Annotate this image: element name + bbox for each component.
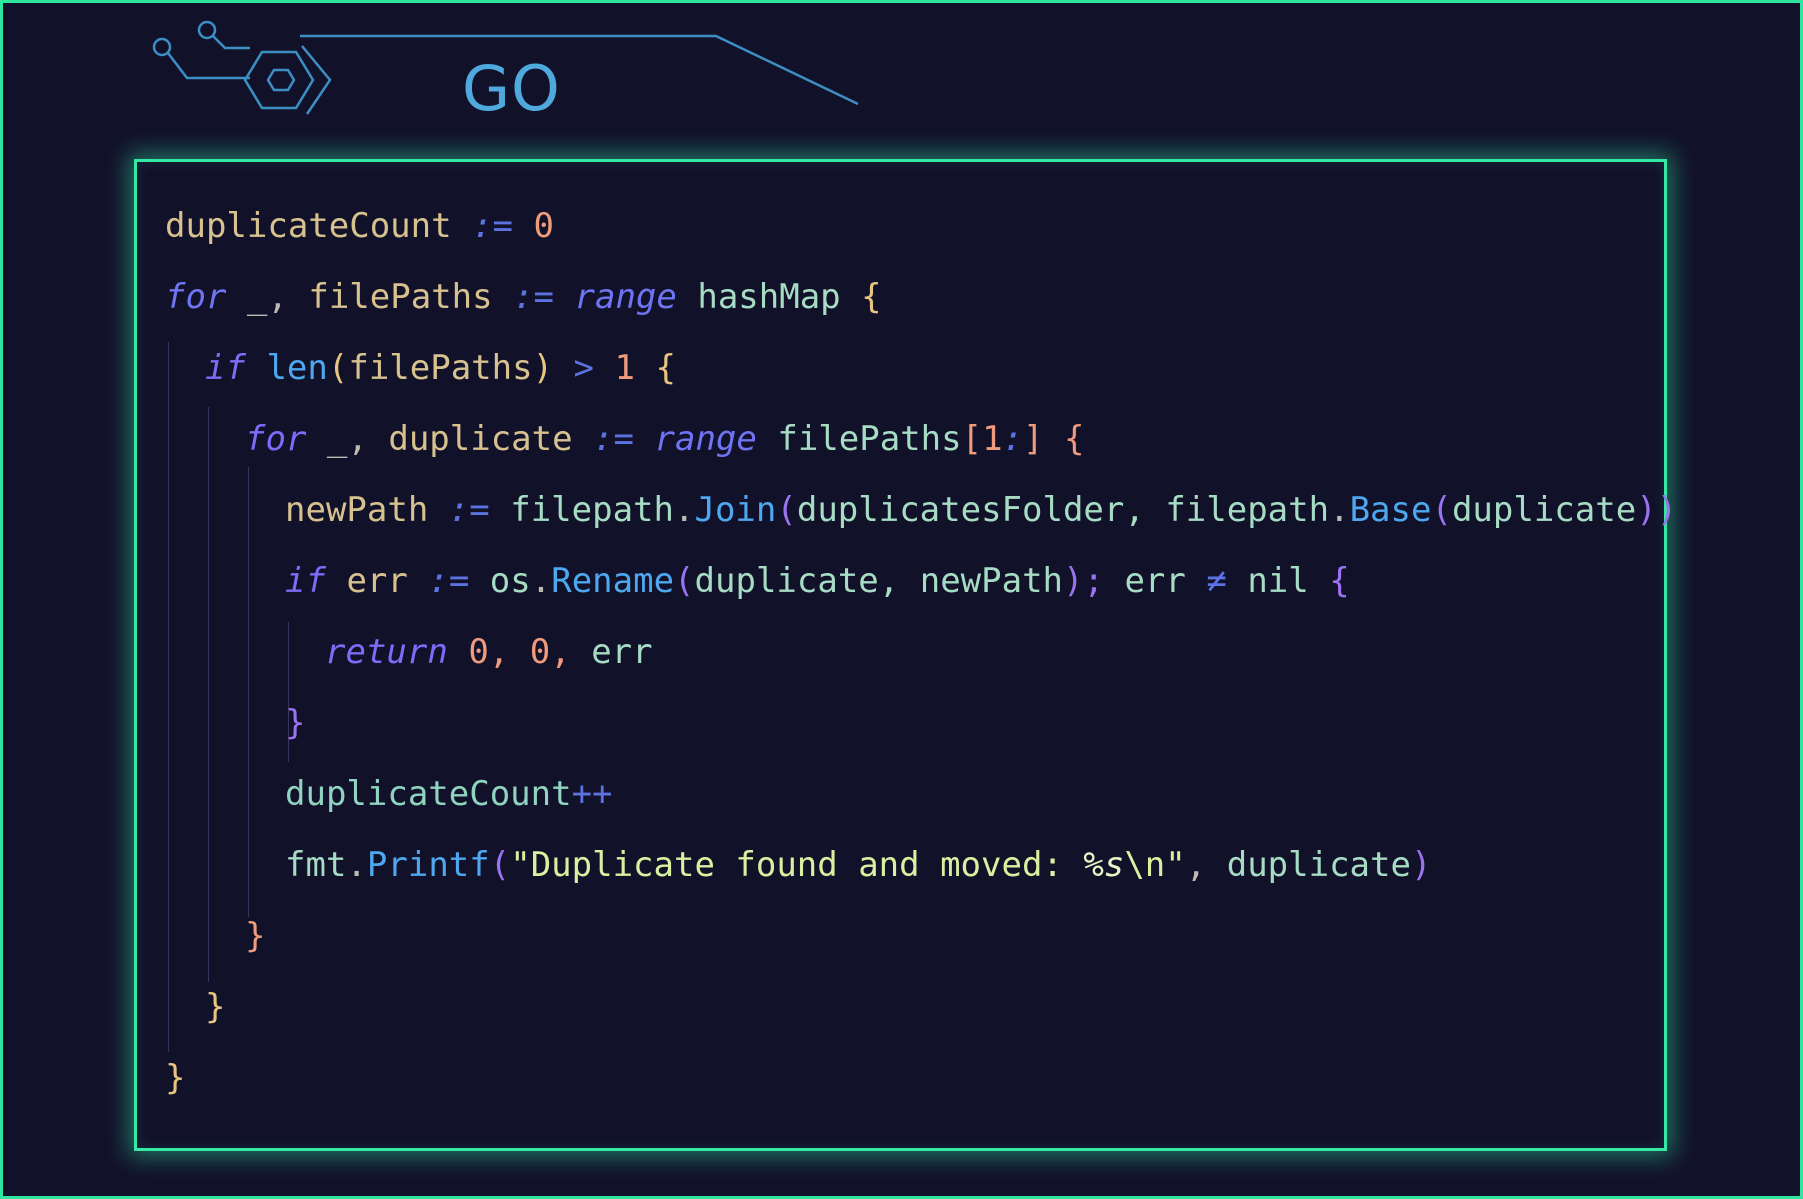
token: } [245, 916, 266, 956]
token: Join [694, 490, 777, 530]
token: 0, [468, 632, 510, 672]
token: ) [1410, 845, 1432, 885]
token: . [1329, 490, 1350, 530]
token: := [593, 419, 635, 459]
token: ( [1431, 490, 1452, 530]
code-line-3: if len(filePaths) > 1 { [205, 338, 676, 398]
token: for [165, 277, 227, 317]
token: ( [327, 348, 349, 388]
token: if [205, 348, 246, 388]
language-title: GO [462, 52, 561, 125]
token: filePaths [308, 277, 493, 317]
token: ≠ [1206, 561, 1227, 601]
code-line-7: return 0, 0, err [325, 622, 653, 682]
token: err [591, 632, 653, 672]
token: filepath [510, 490, 674, 530]
token: duplicate [1226, 845, 1411, 885]
token: range [574, 277, 677, 317]
code-block: duplicateCount := 0 for _, filePaths := … [134, 159, 1677, 1151]
token: range [654, 419, 757, 459]
token: hashMap [697, 277, 841, 317]
token: : [1002, 419, 1024, 459]
code-line-12: } [205, 977, 225, 1037]
token: { [655, 348, 676, 388]
token: filepath [1165, 490, 1330, 530]
token: newPath [285, 490, 429, 530]
token: nil [1247, 561, 1309, 601]
token: { [1329, 561, 1350, 601]
token: ++ [571, 774, 613, 814]
token: := [428, 561, 470, 601]
token: fmt [285, 845, 347, 885]
token: ( [776, 490, 797, 530]
indent-guide [208, 407, 209, 982]
token: err [346, 561, 408, 601]
token: "Duplicate found and moved: [510, 845, 1084, 885]
token: _, [326, 419, 368, 459]
token: := [513, 277, 555, 317]
token: filePaths [348, 348, 533, 388]
token: 1 [614, 348, 635, 388]
token: } [205, 987, 226, 1027]
token: filePaths [777, 419, 962, 459]
token: %s [1083, 845, 1125, 885]
token: ( [674, 561, 695, 601]
token: duplicate, [694, 561, 900, 601]
code-line-2: for _, filePaths := range hashMap { [165, 267, 882, 327]
token: for [245, 419, 307, 459]
token: duplicateCount [285, 774, 572, 814]
code-line-10: fmt.Printf("Duplicate found and moved: %… [285, 835, 1431, 895]
token: { [1064, 419, 1085, 459]
token: . [530, 561, 552, 601]
indent-guide [248, 467, 249, 917]
token: err [1124, 561, 1186, 601]
token: ); [1063, 561, 1104, 601]
code-line-1: duplicateCount := 0 [165, 196, 554, 256]
token: )) [1636, 490, 1678, 530]
token: := [472, 206, 514, 246]
token: Printf [366, 845, 490, 885]
token: Rename [551, 561, 675, 601]
token: := [448, 490, 490, 530]
token: os [489, 561, 531, 601]
code-line-5: newPath := filepath.Join(duplicatesFolde… [285, 480, 1677, 540]
token: ( [489, 845, 511, 885]
token: , [1185, 845, 1207, 885]
token: } [165, 1058, 186, 1098]
token: . [346, 845, 367, 885]
token: > [573, 348, 595, 388]
code-line-11: } [245, 906, 265, 966]
code-line-13: } [165, 1048, 185, 1108]
token: newPath [919, 561, 1064, 601]
token: duplicate [1451, 490, 1637, 530]
token: . [673, 490, 695, 530]
token: len [266, 348, 328, 388]
indent-guide [168, 342, 169, 1052]
token: duplicateCount [165, 206, 452, 246]
token: ] [1023, 419, 1044, 459]
code-line-4: for _, duplicate := range filePaths[1:] … [245, 409, 1084, 469]
token: 1 [982, 419, 1003, 459]
token: duplicate [388, 419, 573, 459]
token: 0, [529, 632, 571, 672]
token: [ [961, 419, 983, 459]
token: { [861, 277, 882, 317]
token: 0 [533, 206, 554, 246]
token: ) [532, 348, 554, 388]
token: \n" [1124, 845, 1186, 885]
code-line-8: } [285, 693, 305, 753]
token: } [285, 703, 306, 743]
token: duplicatesFolder, [796, 490, 1145, 530]
code-line-9: duplicateCount++ [285, 764, 613, 824]
circuit-hexagon-decoration [152, 20, 859, 115]
token: Base [1349, 490, 1432, 530]
token: return [325, 632, 448, 672]
token: _, [246, 277, 288, 317]
code-line-6: if err := os.Rename(duplicate, newPath);… [285, 551, 1350, 611]
token: if [285, 561, 326, 601]
